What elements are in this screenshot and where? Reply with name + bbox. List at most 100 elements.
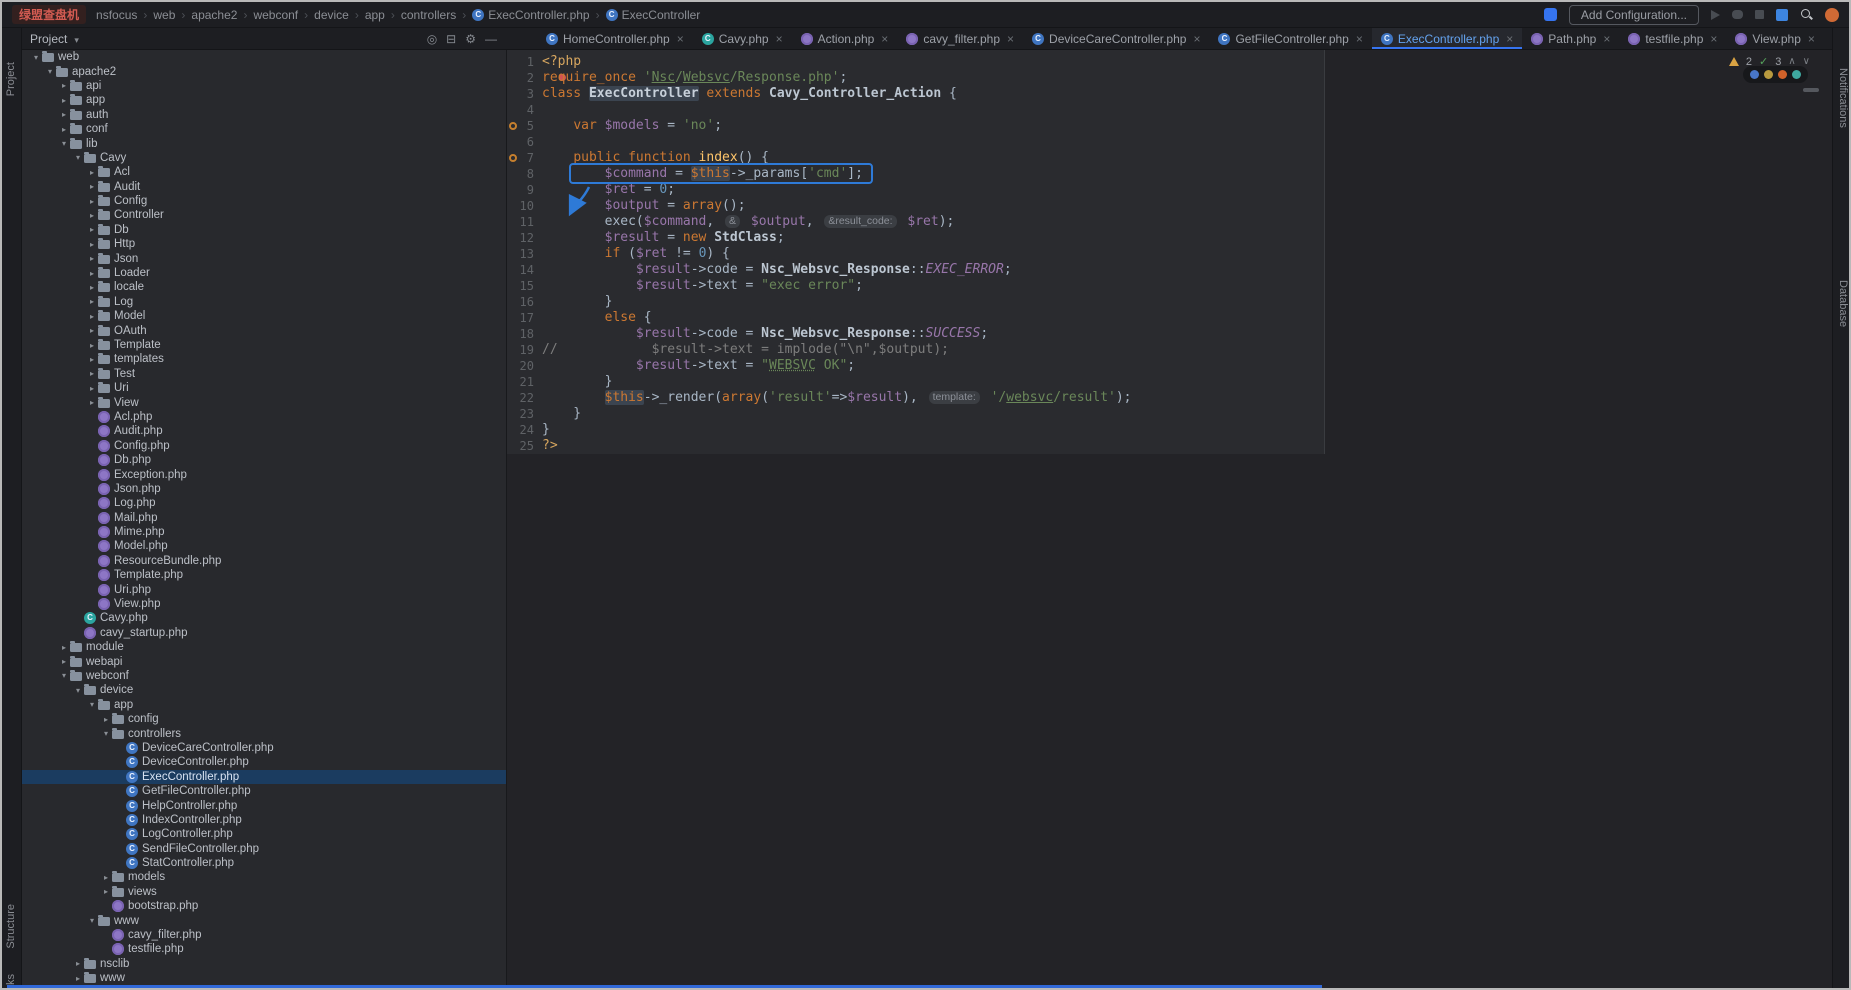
tree-row[interactable]: ▾Cavy <box>22 151 506 165</box>
tree-row[interactable]: ▸templates <box>22 352 506 366</box>
editor-tab[interactable]: CHomeController.php× <box>537 28 693 49</box>
tree-row[interactable]: Template.php <box>22 568 506 582</box>
toolwindow-button-project[interactable]: Project <box>5 62 17 96</box>
tree-row[interactable]: ▸Db <box>22 223 506 237</box>
debug-icon[interactable] <box>1732 10 1743 19</box>
tree-row[interactable]: ▸Json <box>22 251 506 265</box>
tree-chevron[interactable]: ▾ <box>100 729 112 738</box>
tree-chevron[interactable]: ▸ <box>86 341 98 350</box>
tree-row[interactable]: ▸views <box>22 885 506 899</box>
tree-row[interactable]: ▸api <box>22 79 506 93</box>
tree-chevron[interactable]: ▸ <box>100 873 112 882</box>
tree-row[interactable]: ▸Loader <box>22 266 506 280</box>
run-icon[interactable] <box>1711 10 1720 20</box>
editor-tab[interactable]: CExecController.php× <box>1372 28 1522 49</box>
tab-close-icon[interactable]: × <box>677 32 684 46</box>
editor-tab[interactable]: testfile.php× <box>1619 28 1726 49</box>
tree-row[interactable]: CHelpController.php <box>22 798 506 812</box>
avatar[interactable] <box>1825 8 1839 22</box>
tree-row[interactable]: ▸config <box>22 712 506 726</box>
tab-close-icon[interactable]: × <box>881 32 888 46</box>
tree-row[interactable]: ▸Log <box>22 295 506 309</box>
editor-tab[interactable]: View.php× <box>1726 28 1824 49</box>
project-panel-title[interactable]: Project <box>30 32 67 46</box>
tree-row[interactable]: ▾www <box>22 913 506 927</box>
tree-row[interactable]: ▸conf <box>22 122 506 136</box>
stop-icon[interactable] <box>1755 10 1764 19</box>
tree-row[interactable]: ▸Http <box>22 237 506 251</box>
tree-chevron[interactable]: ▸ <box>86 384 98 393</box>
breadcrumb-item[interactable]: controllers <box>401 8 456 22</box>
tree-row[interactable]: ▸locale <box>22 280 506 294</box>
tree-row[interactable]: ▸OAuth <box>22 323 506 337</box>
tree-row[interactable]: ▾controllers <box>22 726 506 740</box>
tree-chevron[interactable]: ▾ <box>30 53 42 62</box>
tree-row[interactable]: CStatController.php <box>22 856 506 870</box>
search-icon[interactable] <box>1800 8 1813 21</box>
tree-row[interactable]: ResourceBundle.php <box>22 554 506 568</box>
tree-row[interactable]: Mime.php <box>22 525 506 539</box>
tree-chevron[interactable]: ▸ <box>86 326 98 335</box>
tree-row[interactable]: ▸Config <box>22 194 506 208</box>
tree-chevron[interactable]: ▸ <box>86 297 98 306</box>
tree-chevron[interactable]: ▸ <box>58 110 70 119</box>
tree-row[interactable]: ▾app <box>22 698 506 712</box>
tree-chevron[interactable]: ▾ <box>58 671 70 680</box>
tree-row[interactable]: ▸Controller <box>22 208 506 222</box>
tree-row[interactable]: CIndexController.php <box>22 813 506 827</box>
tree-row[interactable]: CSendFileController.php <box>22 841 506 855</box>
tab-close-icon[interactable]: × <box>1808 32 1815 46</box>
tree-chevron[interactable]: ▸ <box>86 254 98 263</box>
editor-tab[interactable]: CGetFileController.php× <box>1209 28 1371 49</box>
tree-chevron[interactable]: ▸ <box>86 269 98 278</box>
tree-row[interactable]: ▾webconf <box>22 669 506 683</box>
tree-chevron[interactable]: ▸ <box>58 643 70 652</box>
tree-chevron[interactable]: ▸ <box>58 657 70 666</box>
tree-chevron[interactable]: ▸ <box>100 887 112 896</box>
tree-row[interactable]: Db.php <box>22 453 506 467</box>
tree-row[interactable]: Config.php <box>22 439 506 453</box>
locate-file-icon[interactable]: ◎ <box>427 32 437 46</box>
collapse-all-icon[interactable]: ⊟ <box>446 32 456 46</box>
tree-chevron[interactable]: ▾ <box>72 686 84 695</box>
tree-row[interactable]: ▸auth <box>22 108 506 122</box>
tree-row[interactable]: ▸Uri <box>22 381 506 395</box>
hide-panel-icon[interactable]: — <box>485 32 497 46</box>
tree-chevron[interactable]: ▸ <box>86 197 98 206</box>
tree-chevron[interactable]: ▸ <box>86 355 98 364</box>
tree-chevron[interactable]: ▸ <box>86 168 98 177</box>
tree-row[interactable]: ▸app <box>22 93 506 107</box>
tree-row[interactable]: testfile.php <box>22 942 506 956</box>
tree-row[interactable]: ▸Audit <box>22 180 506 194</box>
tab-close-icon[interactable]: × <box>1603 32 1610 46</box>
editor-tab[interactable]: CDeviceCareController.php× <box>1023 28 1209 49</box>
tree-row[interactable]: CExecController.php <box>22 770 506 784</box>
tree-row[interactable]: CGetFileController.php <box>22 784 506 798</box>
tab-close-icon[interactable]: × <box>1710 32 1717 46</box>
tree-row[interactable]: Uri.php <box>22 582 506 596</box>
tree-row[interactable]: CDeviceController.php <box>22 755 506 769</box>
tree-chevron[interactable]: ▾ <box>86 916 98 925</box>
breadcrumb-item[interactable]: webconf <box>253 8 298 22</box>
tree-chevron[interactable]: ▾ <box>44 67 56 76</box>
breadcrumb-item[interactable]: app <box>365 8 385 22</box>
tree-row[interactable]: ▸View <box>22 395 506 409</box>
tree-chevron[interactable]: ▸ <box>58 125 70 134</box>
settings-icon[interactable]: ⚙ <box>465 32 476 46</box>
tree-row[interactable]: Log.php <box>22 496 506 510</box>
breadcrumb-item[interactable]: CExecController.php <box>472 8 589 22</box>
tree-chevron[interactable]: ▸ <box>58 96 70 105</box>
share-icon[interactable] <box>1544 8 1557 21</box>
tree-chevron[interactable]: ▾ <box>58 139 70 148</box>
tree-chevron[interactable]: ▸ <box>86 312 98 321</box>
tree-row[interactable]: Mail.php <box>22 511 506 525</box>
editor-tab[interactable]: CCavy.php× <box>693 28 792 49</box>
tree-row[interactable]: Exception.php <box>22 467 506 481</box>
tab-close-icon[interactable]: × <box>1356 32 1363 46</box>
toolwindow-button-notifications[interactable]: Notifications <box>1837 68 1849 128</box>
tab-close-icon[interactable]: × <box>1193 32 1200 46</box>
tree-chevron[interactable]: ▸ <box>86 211 98 220</box>
tree-row[interactable]: cavy_filter.php <box>22 928 506 942</box>
tree-row[interactable]: CCavy.php <box>22 611 506 625</box>
tree-row[interactable]: ▾lib <box>22 136 506 150</box>
